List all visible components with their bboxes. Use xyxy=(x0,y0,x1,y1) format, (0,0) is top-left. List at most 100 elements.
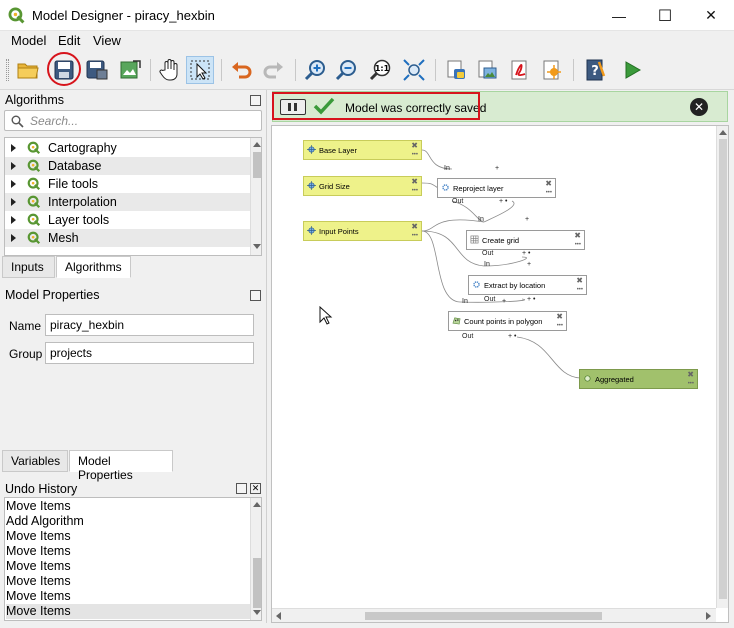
undo-item[interactable]: Move Items xyxy=(6,559,250,574)
scrollbar-thumb[interactable] xyxy=(253,558,261,608)
save-as-button[interactable] xyxy=(83,56,111,84)
tab-variables[interactable]: Variables xyxy=(2,450,68,472)
input-node-base-layer[interactable]: Base Layer ✖ ••• xyxy=(303,140,422,160)
undo-item[interactable]: Add Algorithm xyxy=(6,514,250,529)
close-button[interactable]: ✕ xyxy=(688,0,734,31)
model-canvas[interactable]: Base Layer ✖ ••• Grid Size ✖ ••• Input P… xyxy=(271,125,729,623)
input-node-input-points[interactable]: Input Points ✖ ••• xyxy=(303,221,422,241)
undo-item[interactable]: Move Items xyxy=(6,544,250,559)
input-node-grid-size[interactable]: Grid Size ✖ ••• xyxy=(303,176,422,196)
undo-item[interactable]: Move Items xyxy=(6,589,250,604)
open-model-button[interactable] xyxy=(14,56,42,84)
undo-item-selected[interactable]: Move Items xyxy=(6,604,250,619)
dismiss-message-button[interactable]: ✕ xyxy=(690,98,708,116)
scrollbar-thumb[interactable] xyxy=(719,139,727,599)
output-node-aggregated[interactable]: Aggregated ✖ ••• xyxy=(579,369,698,389)
panel-splitter[interactable] xyxy=(266,90,267,623)
undo-list-scrollbar[interactable] xyxy=(250,498,261,620)
undo-button[interactable] xyxy=(227,56,255,84)
menu-edit[interactable]: Edit xyxy=(58,33,80,48)
node-edit-icon[interactable]: ••• xyxy=(412,152,418,158)
run-model-button[interactable] xyxy=(618,56,646,84)
port-collapse[interactable]: + • xyxy=(522,250,530,257)
scrollbar-thumb[interactable] xyxy=(253,152,261,178)
port-collapse[interactable]: + • xyxy=(527,296,535,303)
scroll-up-icon[interactable] xyxy=(719,130,727,135)
node-edit-icon[interactable]: ••• xyxy=(575,242,581,248)
undo-item[interactable]: Move Items xyxy=(6,499,250,514)
scroll-up-icon[interactable] xyxy=(253,502,261,507)
scroll-left-icon[interactable] xyxy=(276,612,281,620)
algorithm-tree-scrollbar[interactable] xyxy=(250,138,261,255)
tree-item-layer-tools[interactable]: Layer tools xyxy=(5,211,250,229)
expand-arrow-icon[interactable] xyxy=(11,144,16,152)
canvas-horizontal-scrollbar[interactable] xyxy=(272,608,716,622)
node-edit-icon[interactable]: ••• xyxy=(688,381,694,387)
tree-item-database[interactable]: Database xyxy=(5,157,250,175)
menu-model[interactable]: Model xyxy=(11,33,46,48)
algorithm-search-input[interactable]: Search... xyxy=(4,110,262,131)
node-remove-icon[interactable]: ✖ xyxy=(574,231,581,240)
scroll-up-icon[interactable] xyxy=(253,142,261,147)
port-add[interactable]: + xyxy=(527,261,531,268)
export-python-button[interactable] xyxy=(442,56,470,84)
undo-item[interactable]: Move Items xyxy=(6,529,250,544)
tab-algorithms[interactable]: Algorithms xyxy=(56,256,131,278)
scroll-down-icon[interactable] xyxy=(253,244,261,249)
tab-inputs[interactable]: Inputs xyxy=(2,256,55,278)
model-name-field[interactable]: piracy_hexbin xyxy=(45,314,254,336)
export-image-file-button[interactable] xyxy=(473,56,501,84)
tree-item-mesh[interactable]: Mesh xyxy=(5,229,250,247)
port-add[interactable]: + xyxy=(502,298,506,305)
undock-icon[interactable] xyxy=(250,290,261,301)
expand-arrow-icon[interactable] xyxy=(11,216,16,224)
node-edit-icon[interactable]: ••• xyxy=(557,323,563,329)
node-edit-icon[interactable]: ••• xyxy=(546,190,552,196)
node-remove-icon[interactable]: ✖ xyxy=(687,370,694,379)
zoom-out-button[interactable] xyxy=(333,56,361,84)
minimize-button[interactable]: — xyxy=(596,0,642,31)
export-image-button[interactable] xyxy=(116,56,144,84)
edit-help-button[interactable]: ? xyxy=(581,56,609,84)
tree-item-cartography[interactable]: Cartography xyxy=(5,139,250,157)
menu-view[interactable]: View xyxy=(93,33,121,48)
close-panel-icon[interactable]: ✕ xyxy=(250,483,261,494)
zoom-in-button[interactable] xyxy=(302,56,330,84)
node-edit-icon[interactable]: ••• xyxy=(412,233,418,239)
canvas-vertical-scrollbar[interactable] xyxy=(716,126,728,608)
export-svg-button[interactable] xyxy=(538,56,566,84)
node-remove-icon[interactable]: ✖ xyxy=(576,276,583,285)
port-collapse[interactable]: + • xyxy=(508,333,516,340)
algorithm-node-reproject-layer[interactable]: Reproject layer ✖ ••• xyxy=(437,178,556,198)
pan-button[interactable] xyxy=(156,56,184,84)
node-remove-icon[interactable]: ✖ xyxy=(556,312,563,321)
expand-arrow-icon[interactable] xyxy=(11,162,16,170)
tab-model-properties[interactable]: Model Properties xyxy=(69,450,173,482)
zoom-full-button[interactable] xyxy=(400,56,428,84)
redo-button[interactable] xyxy=(260,56,288,84)
tree-item-file-tools[interactable]: File tools xyxy=(5,175,250,193)
select-button[interactable] xyxy=(186,56,214,84)
maximize-button[interactable]: ☐ xyxy=(642,0,688,31)
port-collapse[interactable]: + • xyxy=(499,198,507,205)
node-edit-icon[interactable]: ••• xyxy=(412,188,418,194)
expand-arrow-icon[interactable] xyxy=(11,234,16,242)
scroll-down-icon[interactable] xyxy=(253,610,261,615)
node-remove-icon[interactable]: ✖ xyxy=(411,222,418,231)
port-add[interactable]: + xyxy=(495,165,499,172)
undock-icon[interactable] xyxy=(250,95,261,106)
model-group-field[interactable]: projects xyxy=(45,342,254,364)
tree-item-interpolation[interactable]: Interpolation xyxy=(5,193,250,211)
algorithm-node-count-points[interactable]: Count points in polygon ✖ ••• xyxy=(448,311,567,331)
node-edit-icon[interactable]: ••• xyxy=(577,287,583,293)
scrollbar-thumb[interactable] xyxy=(365,612,602,620)
algorithm-node-extract-by-location[interactable]: Extract by location ✖ ••• xyxy=(468,275,587,295)
undock-icon[interactable] xyxy=(236,483,247,494)
expand-arrow-icon[interactable] xyxy=(11,180,16,188)
node-remove-icon[interactable]: ✖ xyxy=(545,179,552,188)
export-pdf-button[interactable] xyxy=(506,56,534,84)
undo-item[interactable]: Move Items xyxy=(6,574,250,589)
port-add[interactable]: + xyxy=(525,216,529,223)
node-remove-icon[interactable]: ✖ xyxy=(411,177,418,186)
node-remove-icon[interactable]: ✖ xyxy=(411,141,418,150)
